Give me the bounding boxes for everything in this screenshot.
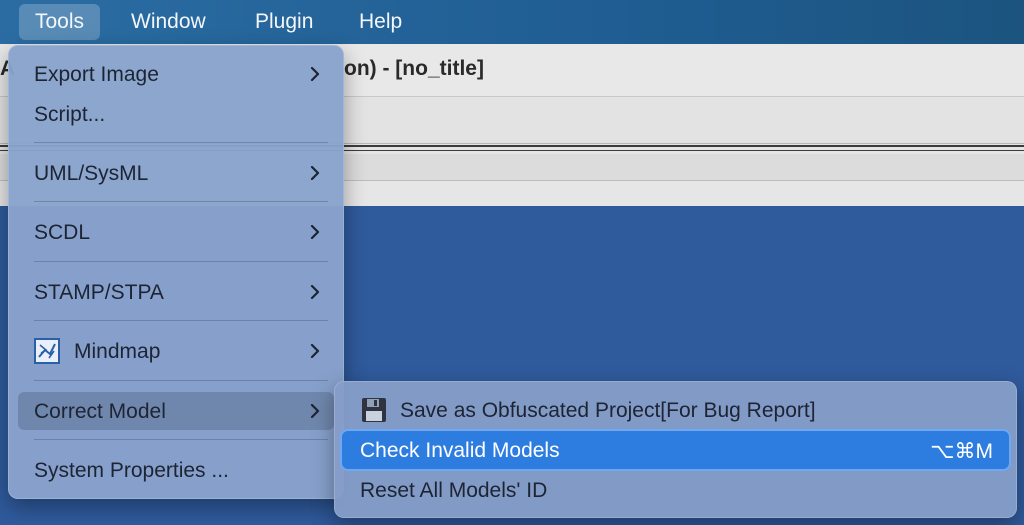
menu-item-uml-sysml[interactable]: UML/SysML bbox=[18, 154, 334, 192]
menu-item-correct-model[interactable]: Correct Model bbox=[18, 392, 334, 430]
submenu-item-label: Reset All Models' ID bbox=[360, 479, 548, 502]
menu-window[interactable]: Window bbox=[115, 4, 222, 40]
menu-item-scdl[interactable]: SCDL bbox=[18, 213, 334, 251]
menu-bar: Tools Window Plugin Help bbox=[0, 0, 1024, 44]
correct-model-submenu: Save as Obfuscated Project[For Bug Repor… bbox=[334, 381, 1017, 518]
menu-item-mindmap[interactable]: Mindmap bbox=[18, 332, 334, 370]
menu-plugin[interactable]: Plugin bbox=[239, 4, 329, 40]
menu-item-label: Mindmap bbox=[74, 340, 161, 363]
submenu-item-label: Check Invalid Models bbox=[360, 439, 560, 462]
menu-item-export-image[interactable]: Export Image bbox=[18, 55, 334, 93]
menu-item-label: Export Image bbox=[34, 63, 159, 86]
menu-item-label: Script... bbox=[34, 103, 106, 126]
submenu-item-save-obfuscated[interactable]: Save as Obfuscated Project[For Bug Repor… bbox=[342, 391, 1009, 429]
submenu-item-label: Save as Obfuscated Project[For Bug Repor… bbox=[400, 399, 816, 422]
menu-item-label: System Properties ... bbox=[34, 459, 229, 482]
menu-separator bbox=[34, 142, 328, 143]
chevron-right-icon bbox=[310, 404, 320, 418]
floppy-disk-icon bbox=[362, 398, 386, 422]
chevron-right-icon bbox=[310, 166, 320, 180]
menu-separator bbox=[34, 320, 328, 321]
menu-item-label: STAMP/STPA bbox=[34, 281, 164, 304]
menu-separator bbox=[34, 261, 328, 262]
menu-item-script[interactable]: Script... bbox=[18, 95, 334, 133]
chevron-right-icon bbox=[310, 225, 320, 239]
chevron-right-icon bbox=[310, 285, 320, 299]
tools-menu: Export Image Script... UML/SysML SCDL ST… bbox=[8, 45, 344, 499]
menu-tools[interactable]: Tools bbox=[19, 4, 101, 40]
chevron-right-icon bbox=[310, 67, 320, 81]
window-title: on) - [no_title] bbox=[344, 57, 484, 80]
menu-item-label: SCDL bbox=[34, 221, 91, 244]
submenu-item-reset-model-ids[interactable]: Reset All Models' ID bbox=[342, 471, 1009, 509]
submenu-item-check-invalid-models[interactable]: Check Invalid Models ⌥⌘M bbox=[342, 431, 1009, 469]
menu-item-system-properties[interactable]: System Properties ... bbox=[18, 451, 334, 489]
menu-item-label: UML/SysML bbox=[34, 162, 149, 185]
chevron-right-icon bbox=[310, 344, 320, 358]
mindmap-icon bbox=[34, 338, 60, 364]
menu-separator bbox=[34, 201, 328, 202]
menu-separator bbox=[34, 380, 328, 381]
menu-help[interactable]: Help bbox=[343, 4, 418, 40]
menu-item-label: Correct Model bbox=[34, 400, 166, 423]
menu-item-stamp-stpa[interactable]: STAMP/STPA bbox=[18, 273, 334, 311]
menu-separator bbox=[34, 439, 328, 440]
keyboard-shortcut: ⌥⌘M bbox=[930, 440, 993, 463]
